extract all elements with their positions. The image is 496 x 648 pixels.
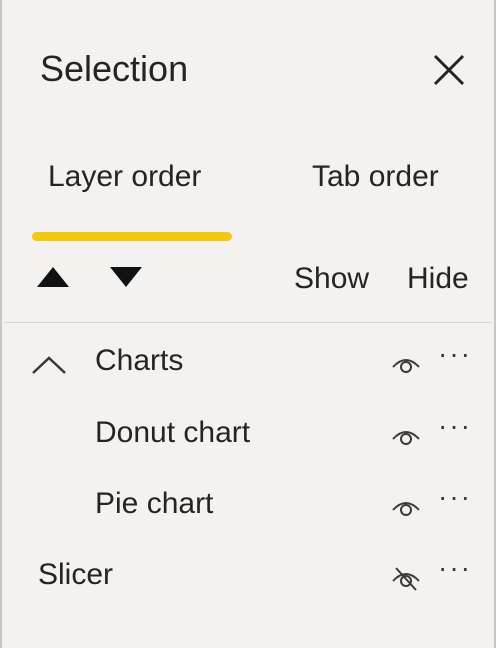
more-options-icon[interactable]: ··· [438,338,472,370]
layer-label: Pie chart [95,487,214,520]
pane-title: Selection [40,48,189,89]
layer-row-charts[interactable]: Charts ··· [2,334,494,394]
layer-label: Charts [95,344,184,377]
eye-icon[interactable] [390,422,422,450]
selection-pane: Selection Layer order Tab order Show Hid… [0,0,496,648]
layer-row-donut-chart[interactable]: Donut chart ··· [2,406,494,466]
eye-hidden-icon[interactable] [390,564,422,592]
eye-icon[interactable] [390,493,422,521]
chevron-up-icon[interactable] [30,354,68,376]
tab-tab-order[interactable]: Tab order [312,160,439,194]
divider [4,322,492,323]
active-tab-indicator [32,232,232,241]
tab-layer-order[interactable]: Layer order [48,160,201,194]
more-options-icon[interactable]: ··· [438,410,472,442]
layer-label: Slicer [38,558,114,591]
layer-row-pie-chart[interactable]: Pie chart ··· [2,477,494,537]
hide-button[interactable]: Hide [407,262,469,296]
triangle-up-icon[interactable] [36,265,70,289]
more-options-icon[interactable]: ··· [438,552,472,584]
close-icon[interactable] [427,48,471,92]
layer-row-slicer[interactable]: Slicer ··· [2,548,494,608]
more-options-icon[interactable]: ··· [438,481,472,513]
show-button[interactable]: Show [294,262,369,296]
triangle-down-icon[interactable] [109,265,143,289]
eye-icon[interactable] [390,350,422,378]
layer-label: Donut chart [95,416,251,449]
